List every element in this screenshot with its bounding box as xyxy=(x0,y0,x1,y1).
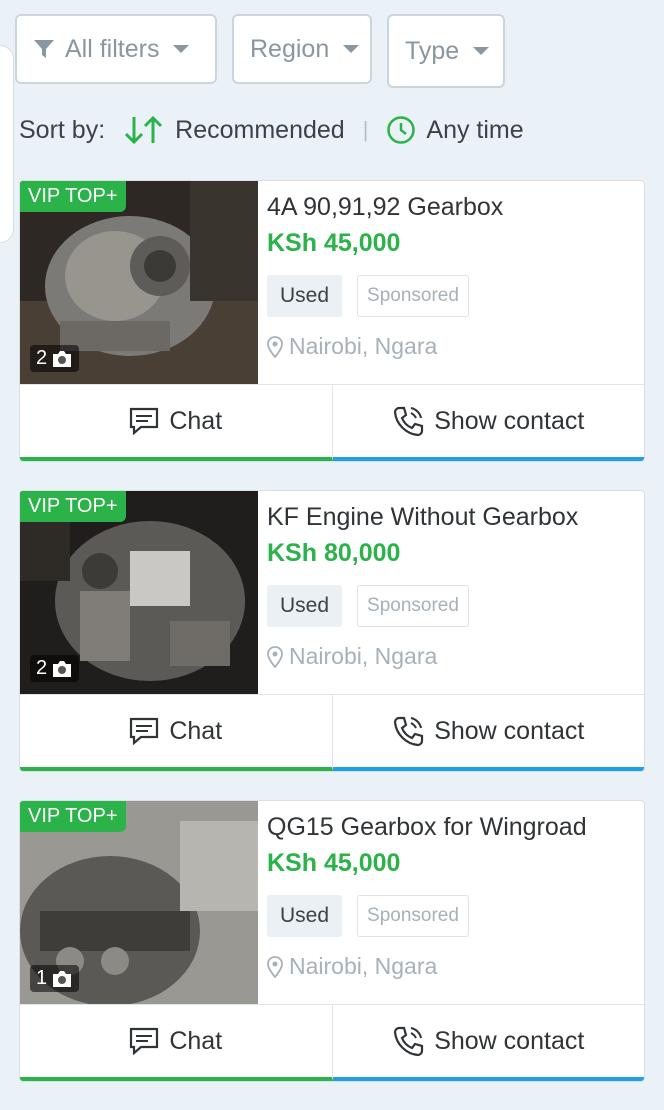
camera-icon xyxy=(53,660,72,677)
chat-label: Chat xyxy=(169,406,223,435)
location-pin-icon xyxy=(267,645,283,668)
show-contact-button[interactable]: Show contact xyxy=(332,385,644,461)
listing-photo[interactable]: VIP TOP+ 1 xyxy=(20,801,258,1004)
chat-bubble-icon xyxy=(130,717,159,745)
time-value: Any time xyxy=(426,115,524,144)
listing-info: 4A 90,91,92 Gearbox KSh 45,000 Used Spon… xyxy=(258,181,644,384)
chat-label: Chat xyxy=(169,1026,223,1055)
listing-location: Nairobi, Ngara xyxy=(267,953,644,980)
show-contact-label: Show contact xyxy=(434,716,585,745)
region-filter-button[interactable]: Region xyxy=(232,14,372,84)
sponsored-tag: Sponsored xyxy=(357,275,469,317)
vip-badge: VIP TOP+ xyxy=(20,801,126,832)
type-filter-button[interactable]: Type xyxy=(387,14,505,88)
listing-price: KSh 45,000 xyxy=(267,849,401,877)
listing-photo[interactable]: VIP TOP+ 2 xyxy=(20,491,258,694)
chat-button[interactable]: Chat xyxy=(20,385,333,461)
listing-price: KSh 80,000 xyxy=(267,539,401,567)
filter-bar: All filters Region Type xyxy=(15,14,505,88)
type-label: Type xyxy=(405,36,460,65)
show-contact-button[interactable]: Show contact xyxy=(332,695,644,771)
sponsored-tag: Sponsored xyxy=(357,585,469,627)
listing-price: KSh 45,000 xyxy=(267,229,401,257)
chat-button[interactable]: Chat xyxy=(20,695,333,771)
phone-icon xyxy=(394,406,424,437)
camera-icon xyxy=(53,970,72,987)
all-filters-button[interactable]: All filters xyxy=(15,14,217,84)
chevron-down-icon xyxy=(473,47,490,55)
listing-location: Nairobi, Ngara xyxy=(267,333,644,360)
vip-badge: VIP TOP+ xyxy=(20,181,126,212)
sort-dropdown[interactable]: Recommended xyxy=(123,115,345,145)
photo-count: 2 xyxy=(30,345,80,372)
sort-separator: | xyxy=(362,117,369,142)
sort-value: Recommended xyxy=(175,115,345,144)
chevron-down-icon xyxy=(173,45,190,53)
sort-arrows-icon xyxy=(125,115,163,145)
phone-icon xyxy=(394,1026,424,1057)
listing-card[interactable]: VIP TOP+ 2 KF Engine Without Gearbox KSh… xyxy=(19,490,645,772)
condition-tag: Used xyxy=(267,585,343,627)
filter-funnel-icon xyxy=(34,40,54,58)
photo-count-value: 2 xyxy=(36,657,48,679)
chat-bubble-icon xyxy=(130,1027,159,1055)
condition-tag: Used xyxy=(267,275,343,317)
clock-icon xyxy=(387,116,416,144)
chat-button[interactable]: Chat xyxy=(20,1005,333,1081)
listing-location: Nairobi, Ngara xyxy=(267,643,644,670)
phone-icon xyxy=(394,716,424,747)
show-contact-button[interactable]: Show contact xyxy=(332,1005,644,1081)
listing-card[interactable]: VIP TOP+ 1 QG15 Gearbox for Wingroad KSh… xyxy=(19,800,645,1082)
location-pin-icon xyxy=(267,955,283,978)
listing-info: QG15 Gearbox for Wingroad KSh 45,000 Use… xyxy=(258,801,644,1004)
vip-badge: VIP TOP+ xyxy=(20,491,126,522)
listing-photo[interactable]: VIP TOP+ 2 xyxy=(20,181,258,384)
location-text: Nairobi, Ngara xyxy=(289,953,438,979)
all-filters-label: All filters xyxy=(65,34,160,63)
side-drawer-handle[interactable] xyxy=(0,45,14,243)
chat-bubble-icon xyxy=(130,407,159,435)
region-label: Region xyxy=(250,34,330,63)
photo-count-value: 1 xyxy=(36,967,48,989)
photo-count: 1 xyxy=(30,965,80,992)
sponsored-tag: Sponsored xyxy=(357,895,469,937)
listing-card[interactable]: VIP TOP+ 2 4A 90,91,92 Gearbox KSh 45,00… xyxy=(19,180,645,462)
show-contact-label: Show contact xyxy=(434,1026,585,1055)
show-contact-label: Show contact xyxy=(434,406,585,435)
photo-count-value: 2 xyxy=(36,347,48,369)
photo-count: 2 xyxy=(30,655,80,682)
time-filter-dropdown[interactable]: Any time xyxy=(386,115,524,145)
condition-tag: Used xyxy=(267,895,343,937)
location-text: Nairobi, Ngara xyxy=(289,643,438,669)
listing-title[interactable]: QG15 Gearbox for Wingroad xyxy=(267,811,644,847)
listing-feed: VIP TOP+ 2 4A 90,91,92 Gearbox KSh 45,00… xyxy=(19,180,645,1110)
listing-title[interactable]: 4A 90,91,92 Gearbox xyxy=(267,191,644,227)
listing-title[interactable]: KF Engine Without Gearbox xyxy=(267,501,644,537)
sort-bar: Sort by: Recommended | Any time xyxy=(19,115,524,145)
chat-label: Chat xyxy=(169,716,223,745)
location-pin-icon xyxy=(267,335,283,358)
location-text: Nairobi, Ngara xyxy=(289,333,438,359)
camera-icon xyxy=(53,350,72,367)
sort-prefix: Sort by: xyxy=(19,115,106,144)
listing-info: KF Engine Without Gearbox KSh 80,000 Use… xyxy=(258,491,644,694)
chevron-down-icon xyxy=(343,45,360,53)
